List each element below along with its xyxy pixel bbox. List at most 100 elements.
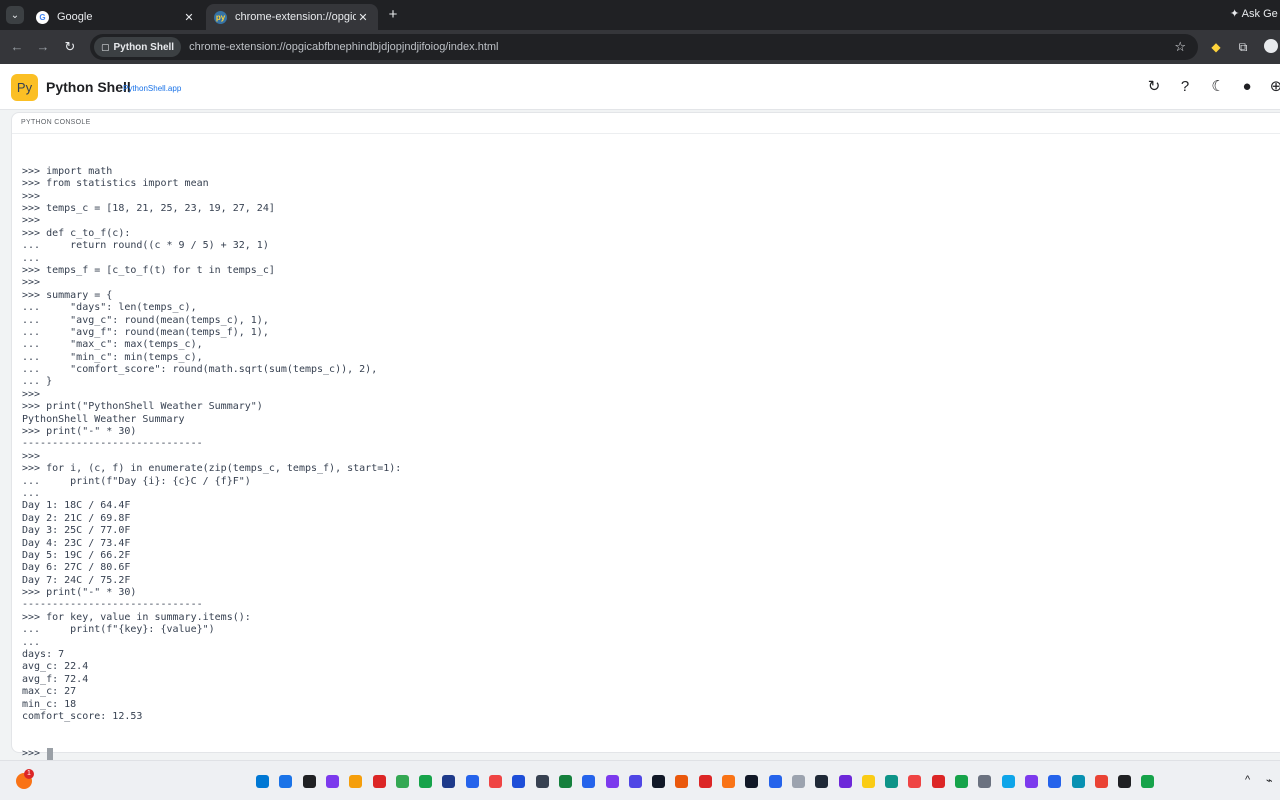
globe-icon[interactable]: ⊕ bbox=[1266, 77, 1280, 97]
taskbar-app-icon[interactable] bbox=[838, 775, 852, 788]
console-line: Day 3: 25C / 77.0F bbox=[22, 525, 131, 537]
console-line: >>> bbox=[22, 388, 41, 400]
app-subtitle-link[interactable]: PythonShell.app bbox=[123, 84, 181, 93]
python-icon: py bbox=[214, 10, 227, 24]
taskbar-app-icon[interactable] bbox=[885, 775, 899, 788]
taskbar-app-icon[interactable] bbox=[955, 775, 968, 788]
console-line: >>> print("PythonShell Weather Summary") bbox=[22, 401, 263, 413]
tab-title: chrome-extension://opgicabfbn bbox=[235, 11, 356, 23]
dark-mode-moon-icon[interactable]: ☾ bbox=[1208, 77, 1228, 97]
console-line: ... "min_c": min(temps_c), bbox=[22, 351, 203, 363]
taskbar-app-icon[interactable] bbox=[652, 775, 666, 788]
taskbar-app-icon[interactable] bbox=[1048, 775, 1062, 788]
taskbar-app-icon[interactable] bbox=[325, 775, 339, 788]
restart-icon[interactable]: ↻ bbox=[1144, 77, 1164, 97]
console-line: ------------------------------ bbox=[22, 599, 203, 611]
taskbar-app-icon[interactable] bbox=[1094, 775, 1108, 788]
console-line: >>> print("-" * 30) bbox=[22, 587, 137, 599]
console-divider bbox=[12, 133, 1280, 134]
close-tab-icon[interactable]: ✕ bbox=[356, 11, 370, 24]
reload-icon[interactable]: ↻ bbox=[61, 38, 79, 56]
taskbar-app-icon[interactable] bbox=[582, 775, 596, 788]
console-line: >>> bbox=[22, 277, 41, 289]
taskbar-app-icon[interactable] bbox=[791, 775, 805, 788]
console-line: >>> def c_to_f(c): bbox=[22, 227, 131, 239]
taskbar-app-icon[interactable] bbox=[768, 775, 782, 788]
taskbar-app-icon[interactable] bbox=[419, 775, 433, 788]
forward-arrow-icon[interactable]: → bbox=[34, 38, 52, 56]
ask-gemini-button[interactable]: ✦ Ask Ge bbox=[1230, 7, 1278, 20]
extensions-puzzle-icon[interactable]: ⧉ bbox=[1235, 39, 1251, 55]
console-line: >>> bbox=[22, 450, 41, 462]
taskbar-app-icon[interactable] bbox=[512, 775, 526, 788]
user-icon[interactable]: ● bbox=[1237, 77, 1257, 97]
taskbar-app-icon[interactable] bbox=[1118, 775, 1132, 788]
taskbar-app-icon[interactable] bbox=[279, 775, 293, 788]
taskbar-app-icon[interactable] bbox=[558, 775, 572, 788]
tab-search-chevron-icon[interactable]: ⌄ bbox=[6, 6, 24, 24]
console-line: >>> summary = { bbox=[22, 289, 113, 301]
new-tab-plus-icon[interactable]: + bbox=[384, 6, 402, 24]
tab-python-shell[interactable]: py chrome-extension://opgicabfbn ✕ bbox=[206, 4, 378, 30]
taskbar-app-icon[interactable] bbox=[931, 775, 945, 788]
console-line: ... "comfort_score": round(math.sqrt(sum… bbox=[22, 364, 378, 376]
taskbar-app-icon[interactable] bbox=[465, 775, 479, 788]
taskbar-app-icon[interactable] bbox=[256, 775, 269, 788]
console-line: ... "avg_f": round(mean(temps_f), 1), bbox=[22, 326, 269, 338]
console-line: >>> for key, value in summary.items(): bbox=[22, 611, 251, 623]
origin-chip[interactable]: ▢ Python Shell bbox=[94, 37, 182, 57]
console-line: ... return round((c * 9 / 5) + 32, 1) bbox=[22, 240, 269, 252]
taskbar-app-icon[interactable] bbox=[1024, 775, 1038, 788]
console-line: Day 5: 19C / 66.2F bbox=[22, 549, 131, 561]
console-label: PYTHON CONSOLE bbox=[21, 119, 91, 126]
taskbar-app-icon[interactable] bbox=[722, 775, 735, 788]
help-icon[interactable]: ? bbox=[1175, 77, 1195, 97]
taskbar-app-icon[interactable] bbox=[1071, 775, 1085, 788]
taskbar-app-icon[interactable] bbox=[745, 775, 759, 788]
tray-chevron-up-icon[interactable]: ^ bbox=[1245, 774, 1250, 786]
console-input-line[interactable]: >>> bbox=[22, 748, 1272, 761]
python-extension-icon[interactable]: ◆ bbox=[1208, 39, 1224, 55]
profile-avatar-icon[interactable] bbox=[1264, 39, 1278, 53]
taskbar-app-icon[interactable] bbox=[605, 775, 619, 788]
python-console-panel[interactable]: PYTHON CONSOLE >>> import math >>> from s… bbox=[11, 112, 1280, 761]
console-line: max_c: 27 bbox=[22, 686, 77, 698]
taskbar-app-icon[interactable] bbox=[675, 775, 689, 788]
console-output[interactable]: >>> import math >>> from statistics impor… bbox=[22, 141, 1272, 785]
console-line: Day 2: 21C / 69.8F bbox=[22, 512, 131, 524]
text-cursor bbox=[47, 748, 54, 761]
console-prompt: >>> bbox=[22, 748, 47, 760]
taskbar-app-icon[interactable] bbox=[349, 775, 363, 788]
console-line: PythonShell Weather Summary bbox=[22, 413, 185, 425]
app-header: Py Python Shell PythonShell.app ↻ ? ☾ ● … bbox=[0, 64, 1280, 110]
taskbar-app-icon[interactable] bbox=[395, 775, 409, 788]
console-line: >>> temps_f = [c_to_f(t) for t in temps_… bbox=[22, 264, 275, 276]
tab-title: Google bbox=[57, 11, 93, 23]
taskbar-app-icon[interactable] bbox=[489, 775, 502, 788]
tab-google[interactable]: G Google ✕ bbox=[28, 4, 204, 30]
console-line: >>> bbox=[22, 190, 41, 202]
back-arrow-icon[interactable]: ← bbox=[8, 38, 26, 56]
console-line: days: 7 bbox=[22, 649, 65, 661]
taskbar-app-icon[interactable] bbox=[908, 775, 922, 788]
taskbar-app-icon[interactable] bbox=[442, 775, 456, 788]
taskbar-app-icon[interactable] bbox=[815, 775, 829, 788]
taskbar-app-icon[interactable] bbox=[372, 775, 386, 788]
console-line: ... "days": len(temps_c), bbox=[22, 302, 197, 314]
bookmark-star-icon[interactable]: ☆ bbox=[1174, 39, 1186, 55]
taskbar-app-icon[interactable] bbox=[978, 775, 992, 788]
network-icon[interactable]: ⌁ bbox=[1266, 774, 1273, 787]
taskbar-app-icon[interactable] bbox=[302, 775, 316, 788]
taskbar-app-icon[interactable] bbox=[535, 775, 549, 788]
weather-widget-icon[interactable]: 1 bbox=[16, 769, 34, 789]
console-line: ... bbox=[22, 252, 41, 264]
ask-gemini-label: Ask Ge bbox=[1241, 8, 1278, 20]
console-line: >>> import math bbox=[22, 165, 113, 177]
close-tab-icon[interactable]: ✕ bbox=[182, 11, 196, 24]
taskbar-app-icon[interactable] bbox=[628, 775, 642, 788]
taskbar-app-icon[interactable] bbox=[1141, 775, 1155, 788]
address-bar[interactable]: ▢ Python Shell chrome-extension://opgicab… bbox=[90, 34, 1198, 60]
taskbar-app-icon[interactable] bbox=[698, 775, 712, 788]
taskbar-app-icon[interactable] bbox=[861, 775, 875, 788]
taskbar-app-icon[interactable] bbox=[1001, 775, 1015, 788]
